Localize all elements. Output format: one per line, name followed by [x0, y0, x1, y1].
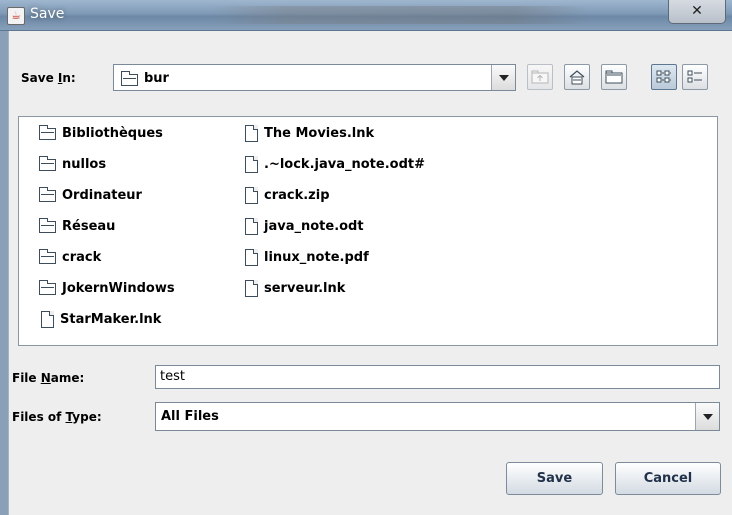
folder-icon — [39, 218, 56, 233]
save-in-dropdown-arrow[interactable] — [491, 65, 515, 90]
list-item-file[interactable]: .~lock.java_note.odt# — [245, 154, 425, 174]
up-one-level-button[interactable] — [527, 64, 553, 90]
file-icon — [245, 186, 258, 204]
titlebar-glare — [210, 6, 590, 24]
folder-icon — [39, 187, 56, 202]
file-icon — [41, 310, 54, 328]
folder-icon — [39, 125, 56, 140]
folder-icon — [39, 249, 56, 264]
save-in-label: Save In: — [21, 71, 76, 85]
list-item-folder[interactable]: JokernWindows — [39, 278, 175, 298]
list-item-file[interactable]: crack.zip — [245, 185, 330, 205]
file-name-input[interactable]: test — [155, 365, 720, 389]
home-icon — [569, 70, 585, 85]
java-app-icon: ☕ — [7, 7, 25, 25]
list-item-file[interactable]: linux_note.pdf — [245, 247, 369, 267]
list-item-folder[interactable]: nullos — [39, 154, 106, 174]
file-icon — [245, 217, 258, 235]
cancel-button[interactable]: Cancel — [615, 462, 721, 495]
folder-icon — [39, 280, 56, 295]
close-icon: ✕ — [691, 3, 703, 19]
window-titlebar[interactable]: ☕ Save ✕ — [0, 0, 732, 31]
new-folder-icon — [605, 70, 623, 84]
list-item-folder[interactable]: Réseau — [39, 216, 115, 236]
folder-icon — [121, 70, 138, 86]
file-icon — [245, 124, 258, 142]
list-item-file[interactable]: serveur.lnk — [245, 278, 345, 298]
file-type-combo[interactable]: All Files — [155, 402, 720, 431]
details-view-icon — [687, 70, 702, 83]
file-list[interactable]: Bibliothèques nullos Ordinateur Réseau c… — [18, 116, 718, 346]
file-name-label: File Name: — [12, 371, 85, 385]
new-folder-button[interactable] — [601, 64, 627, 90]
up-folder-icon — [531, 70, 549, 84]
file-icon — [245, 248, 258, 266]
list-item-file[interactable]: java_note.odt — [245, 216, 364, 236]
chevron-down-icon — [498, 74, 509, 81]
save-dialog: Save In: bur Bibliothèques nullos Ordina… — [8, 31, 732, 515]
save-in-value: bur — [144, 71, 169, 86]
list-item-file[interactable]: The Movies.lnk — [245, 123, 374, 143]
save-button[interactable]: Save — [506, 462, 603, 495]
file-type-label: Files of Type: — [12, 410, 102, 424]
list-view-icon — [656, 70, 671, 83]
list-item-folder[interactable]: Ordinateur — [39, 185, 142, 205]
home-button[interactable] — [564, 64, 590, 90]
chevron-down-icon — [702, 413, 713, 420]
file-icon — [245, 155, 258, 173]
list-item-folder[interactable]: crack — [39, 247, 101, 267]
file-icon — [245, 279, 258, 297]
folder-icon — [39, 156, 56, 171]
list-item-folder[interactable]: Bibliothèques — [39, 123, 163, 143]
details-view-button[interactable] — [682, 64, 708, 90]
window-close-button[interactable]: ✕ — [668, 0, 726, 24]
file-type-value: All Files — [161, 409, 219, 424]
save-in-combo[interactable]: bur — [113, 64, 516, 91]
list-item-file[interactable]: StarMaker.lnk — [41, 309, 161, 329]
file-type-dropdown-arrow[interactable] — [695, 403, 719, 430]
window-title: Save — [30, 6, 65, 22]
list-view-button[interactable] — [651, 64, 677, 90]
